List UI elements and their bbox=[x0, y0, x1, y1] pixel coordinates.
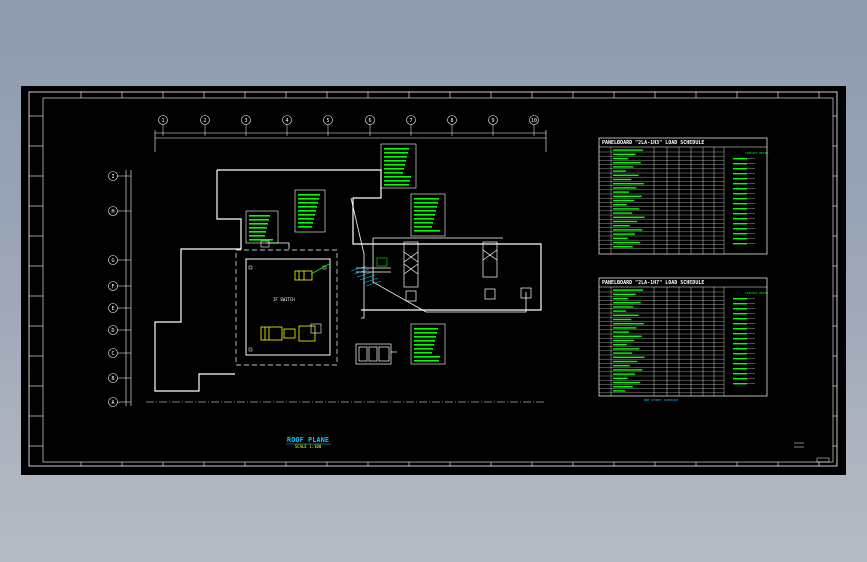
grid-column-label: 8 bbox=[450, 118, 453, 124]
schedule-note: CIRCUIT NOTES bbox=[745, 151, 769, 155]
grid-row-label: G bbox=[111, 258, 114, 264]
grid-row-I: I bbox=[108, 171, 131, 181]
callout-leader bbox=[310, 263, 330, 275]
grid-row-label: I bbox=[111, 174, 114, 180]
grid-row-C: C bbox=[108, 348, 131, 358]
schedule-title: PANELBOARD "2LA-1H7" LOAD SCHEDULE bbox=[602, 280, 704, 286]
callout-box bbox=[245, 210, 279, 244]
grid-column-label: 2 bbox=[203, 118, 206, 124]
grid-column-label: 9 bbox=[491, 118, 494, 124]
grid-column-label: 1 bbox=[161, 118, 164, 124]
hatched-conduit bbox=[350, 265, 382, 287]
grid-row-label: B bbox=[111, 376, 114, 382]
grid-row-label: C bbox=[111, 351, 114, 357]
equipment-label: IF SWITCH bbox=[273, 297, 295, 302]
grid-row-label: E bbox=[111, 306, 114, 312]
grid-column-label: 5 bbox=[326, 118, 329, 124]
schedule-note: CIRCUIT NOTES bbox=[745, 291, 769, 295]
panelboard-2la-1h7 bbox=[482, 241, 532, 300]
grid-row-label: D bbox=[111, 328, 114, 334]
grid-row-G: G bbox=[108, 255, 131, 265]
schedule-title: PANELBOARD "2LA-1H3" LOAD SCHEDULE bbox=[602, 140, 704, 146]
rooftop-unit-lower bbox=[260, 325, 316, 342]
equipment-pad bbox=[245, 258, 331, 356]
grid-column-label: 10 bbox=[531, 118, 537, 124]
grid-row-D: D bbox=[108, 325, 131, 335]
conduit-runs bbox=[266, 197, 527, 319]
grid-row-F: F bbox=[108, 281, 131, 291]
plan-title: ROOF PLANE bbox=[287, 436, 329, 444]
grid-row-B: B bbox=[108, 373, 131, 383]
cad-drawing: 1 2 3 4 5 6 7 8 9 10 I H G F E D C B A IF SWITCH bbox=[28, 91, 838, 467]
drawing-sheet: 1 2 3 4 5 6 7 8 9 10 I H G F E D C B A IF SWITCH bbox=[21, 86, 846, 475]
rooftop-unit-bottom bbox=[355, 343, 397, 365]
grid-row-H: H bbox=[108, 206, 131, 216]
callout-box bbox=[380, 143, 417, 189]
grid-column-label: 4 bbox=[285, 118, 288, 124]
outer-frame bbox=[28, 91, 838, 467]
rooftop-unit-upper bbox=[294, 270, 313, 281]
corner-stamp bbox=[794, 442, 830, 463]
grid-row-E: E bbox=[108, 303, 131, 313]
grid-row-label: H bbox=[111, 209, 114, 215]
grid-column-label: 7 bbox=[409, 118, 412, 124]
callout-box bbox=[294, 189, 326, 233]
grid-column-label: 3 bbox=[244, 118, 247, 124]
inner-frame bbox=[42, 97, 834, 463]
building-outline-lower bbox=[154, 170, 242, 392]
grid-row-markers: I H G F E D C B A bbox=[108, 171, 131, 407]
schedule-footer: ONE STOREY SCHEDULE bbox=[644, 398, 679, 402]
panel-schedule-2: PANELBOARD "2LA-1H7" LOAD SCHEDULE CIRCUI… bbox=[598, 277, 769, 397]
panelboard-2la-1h3 bbox=[403, 241, 419, 302]
grid-row-label: A bbox=[111, 400, 114, 406]
grid-row-A: A bbox=[108, 397, 131, 407]
callout-box bbox=[410, 193, 446, 237]
grid-row-label: F bbox=[111, 284, 114, 290]
callout-box bbox=[410, 323, 446, 365]
grid-column-label: 6 bbox=[368, 118, 371, 124]
plan-scale-note: SCALE 1:100 bbox=[295, 444, 322, 449]
frame-ticks bbox=[29, 92, 837, 466]
panel-schedule-1: PANELBOARD "2LA-1H3" LOAD SCHEDULE CIRCUI… bbox=[598, 137, 769, 255]
